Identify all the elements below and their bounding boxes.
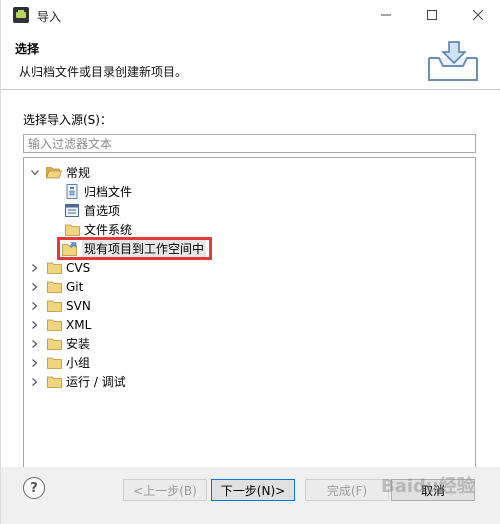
button-bar: ? <上一步(B) 下一步(N)> 完成(F) 取消 <box>1 467 500 524</box>
import-source-tree[interactable]: 常规 归档文件 首选项 文件系统 现有项目到工作空间中 CVS Git SVN … <box>23 157 476 489</box>
folder-icon <box>46 356 62 370</box>
chevron-right-icon[interactable] <box>30 282 40 292</box>
existing-project-icon <box>62 241 78 256</box>
tree-item-label: 安装 <box>66 337 91 351</box>
chevron-right-icon[interactable] <box>30 301 40 311</box>
chevron-right-icon[interactable] <box>30 358 40 368</box>
tree-item-xml[interactable]: XML <box>30 315 91 334</box>
help-icon[interactable]: ? <box>23 477 45 499</box>
maximize-button[interactable] <box>409 0 455 30</box>
chevron-right-icon[interactable] <box>30 377 40 387</box>
preferences-icon <box>64 204 80 218</box>
chevron-down-icon[interactable] <box>30 168 40 178</box>
minimize-icon <box>381 14 391 16</box>
chevron-right-icon[interactable] <box>30 339 40 349</box>
eclipse-app-icon <box>13 7 29 23</box>
folder-open-icon <box>46 166 62 180</box>
tree-item-team[interactable]: 小组 <box>30 353 90 372</box>
import-wizard-icon <box>428 41 478 81</box>
tree-item-general[interactable]: 常规 <box>30 163 90 182</box>
folder-icon <box>46 261 62 275</box>
tree-item-svn[interactable]: SVN <box>30 296 91 315</box>
tree-item-git[interactable]: Git <box>30 277 83 296</box>
tree-item-label: 现有项目到工作空间中 <box>82 240 207 257</box>
tree-item-install[interactable]: 安装 <box>30 334 90 353</box>
tree-item-preferences[interactable]: 首选项 <box>64 201 120 220</box>
folder-icon <box>46 318 62 332</box>
import-dialog: 导入 选择 从归档文件或目录创建新项目。 选择导入源(S)： 输入过滤器文本 常… <box>0 0 500 524</box>
tree-item-existing-projects[interactable]: 现有项目到工作空间中 <box>57 237 213 260</box>
window-title: 导入 <box>37 10 62 24</box>
tree-item-cvs[interactable]: CVS <box>30 258 90 277</box>
tree-item-archive-file[interactable]: 归档文件 <box>64 182 132 201</box>
folder-icon <box>46 299 62 313</box>
filter-input[interactable] <box>23 134 476 153</box>
cancel-button[interactable]: 取消 <box>391 479 475 501</box>
finish-button[interactable]: 完成(F) <box>305 479 389 501</box>
folder-icon <box>64 223 80 237</box>
chevron-right-icon[interactable] <box>30 320 40 330</box>
tree-item-label: CVS <box>66 260 91 275</box>
chevron-right-icon[interactable] <box>30 263 40 273</box>
tree-item-label: 文件系统 <box>84 223 133 237</box>
import-source-label: 选择导入源(S)： <box>23 113 112 127</box>
folder-icon <box>46 375 62 389</box>
wizard-banner: 选择 从归档文件或目录创建新项目。 <box>1 30 500 90</box>
tree-item-label: 首选项 <box>84 204 121 218</box>
archive-file-icon <box>64 184 80 199</box>
back-button[interactable]: <上一步(B) <box>123 479 207 501</box>
close-button[interactable] <box>455 0 500 30</box>
title-bar: 导入 <box>1 0 500 30</box>
wizard-content: 选择导入源(S)： 常规 归档文件 <box>1 91 500 489</box>
tree-item-label: 常规 <box>66 166 91 180</box>
tree-item-label: 小组 <box>66 356 91 370</box>
tree-item-label: SVN <box>66 298 91 313</box>
tree-item-label: XML <box>66 317 92 332</box>
page-description: 从归档文件或目录创建新项目。 <box>19 65 188 79</box>
folder-icon <box>46 280 62 294</box>
folder-icon <box>46 337 62 351</box>
tree-item-label: Git <box>66 279 84 294</box>
maximize-icon <box>427 10 437 20</box>
next-button[interactable]: 下一步(N)> <box>211 479 295 501</box>
tree-item-label: 运行 / 调试 <box>66 375 126 389</box>
page-title: 选择 <box>15 42 40 56</box>
tree-item-label: 归档文件 <box>84 185 133 199</box>
close-icon <box>473 10 483 20</box>
minimize-button[interactable] <box>363 0 409 30</box>
tree-item-run-debug[interactable]: 运行 / 调试 <box>30 372 126 391</box>
